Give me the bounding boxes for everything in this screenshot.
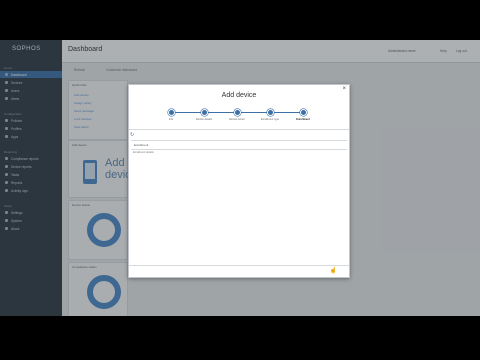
step-label: Device owner [229, 118, 245, 121]
step-label-active: Enrollment [296, 118, 310, 121]
list-item[interactable]: Enrollment details [133, 151, 154, 154]
step-label: Device details [195, 118, 213, 121]
step-dot[interactable] [201, 110, 207, 115]
step-dot[interactable] [234, 110, 240, 115]
step-label: Enrollment type [260, 118, 280, 121]
add-device-dialog: Add device × Info Device details Device … [128, 84, 350, 278]
column-header: Enrollment [134, 142, 149, 147]
refresh-icon[interactable]: ↻ [130, 132, 134, 138]
step-label: Info [168, 118, 174, 121]
step-dot[interactable] [267, 110, 273, 115]
close-icon[interactable]: × [342, 86, 346, 92]
hand-cursor-icon: ☝ [329, 268, 337, 274]
step-dot[interactable] [300, 110, 306, 115]
list-header: Enrollment [131, 140, 347, 150]
dialog-footer: ☝ [129, 265, 349, 277]
dialog-title: Add device [221, 92, 257, 99]
step-dot[interactable] [168, 110, 174, 115]
wizard-steps: Info Device details Device owner Enrollm… [129, 103, 349, 130]
